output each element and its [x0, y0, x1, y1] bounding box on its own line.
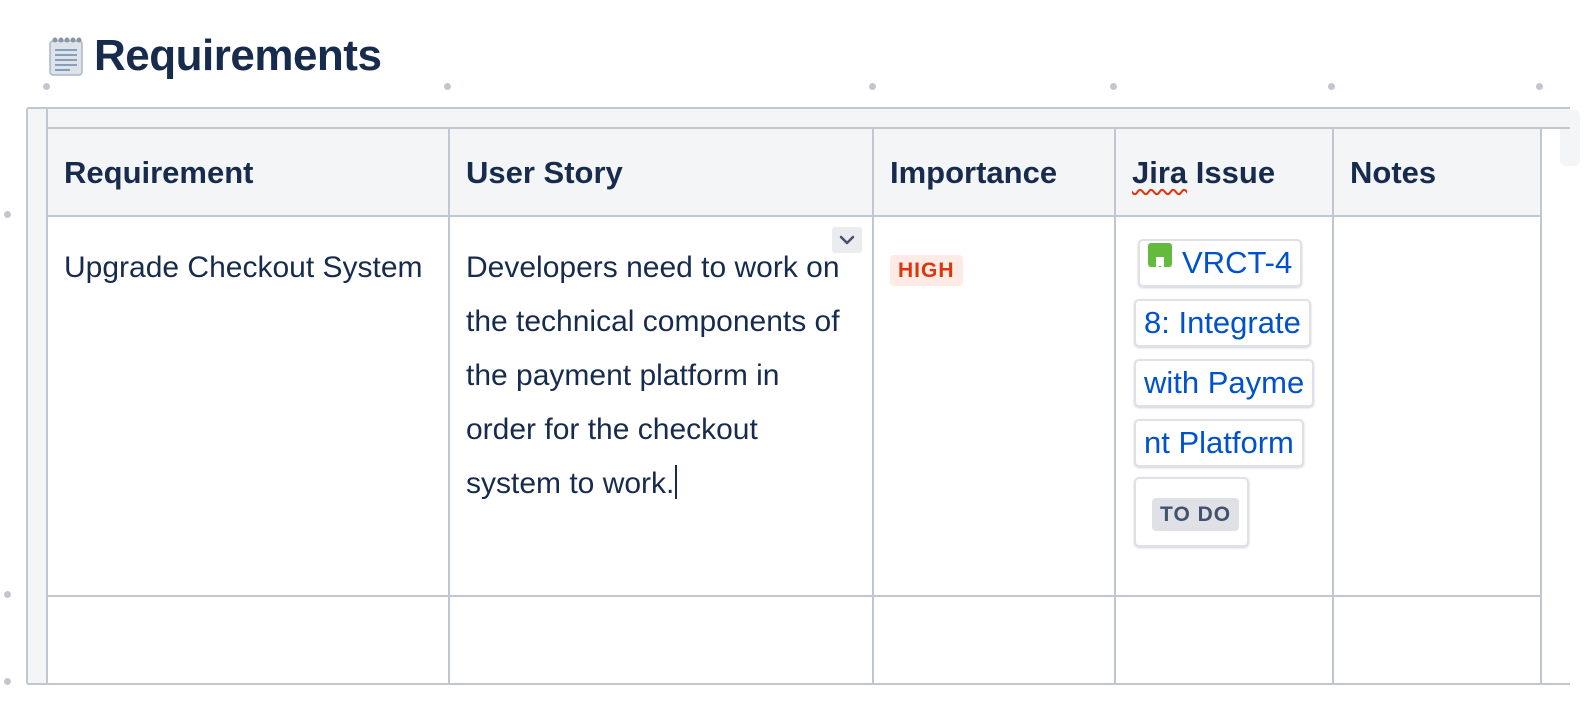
- cell-requirement[interactable]: Upgrade Checkout System: [48, 217, 450, 597]
- cell-notes[interactable]: [1334, 597, 1542, 683]
- cell-importance[interactable]: HIGH: [874, 217, 1116, 597]
- jira-issue-link-line[interactable]: nt Platform: [1134, 419, 1304, 467]
- header-notes[interactable]: Notes: [1334, 129, 1542, 217]
- row-handle-dot[interactable]: [4, 591, 11, 598]
- jira-issue-link-line[interactable]: VRCT-4: [1138, 239, 1303, 287]
- row-handle-dot[interactable]: [4, 678, 11, 685]
- jira-issue-link-line[interactable]: with Payme: [1134, 359, 1315, 407]
- jira-issue-text: VRCT-4: [1182, 245, 1293, 280]
- chevron-down-icon: [839, 235, 855, 245]
- column-handle-dot[interactable]: [1536, 83, 1543, 90]
- user-story-text: Developers need to work on the technical…: [466, 251, 840, 500]
- cell-notes[interactable]: [1334, 217, 1542, 597]
- header-issue-word: Issue: [1195, 154, 1276, 190]
- jira-status-wrap[interactable]: TO DO: [1134, 477, 1250, 547]
- header-user-story[interactable]: User Story: [450, 129, 874, 217]
- column-handle-dot[interactable]: [43, 83, 50, 90]
- page-title: Requirements: [94, 31, 382, 80]
- jira-issue-link-line[interactable]: 8: Integrate: [1134, 299, 1311, 347]
- column-handle-dot[interactable]: [444, 83, 451, 90]
- row-handle-dot[interactable]: [4, 211, 11, 218]
- row-controls-gutter[interactable]: [28, 109, 48, 683]
- column-controls-gutter[interactable]: [48, 109, 1570, 129]
- importance-lozenge: HIGH: [890, 255, 963, 286]
- cell-options-button[interactable]: [832, 227, 862, 253]
- requirement-text: Upgrade Checkout System: [64, 251, 423, 284]
- table-grid: Requirement User Story Importance Jira I…: [48, 129, 1570, 683]
- cell-jira-issue[interactable]: [1116, 597, 1334, 683]
- jira-status-lozenge: TO DO: [1152, 498, 1240, 531]
- cell-jira-issue[interactable]: VRCT-4 8: Integrate with Payme nt Platfo…: [1116, 217, 1334, 597]
- page-heading: Requirements: [48, 26, 382, 86]
- header-importance[interactable]: Importance: [874, 129, 1116, 217]
- notepad-icon: [48, 35, 84, 77]
- column-handle-dot[interactable]: [1328, 83, 1335, 90]
- requirements-table: Requirement User Story Importance Jira I…: [26, 107, 1570, 685]
- header-jira-issue[interactable]: Jira Issue: [1116, 129, 1334, 217]
- jira-issue-card[interactable]: VRCT-4 8: Integrate with Payme nt Platfo…: [1134, 237, 1315, 547]
- text-caret: [675, 465, 678, 499]
- column-handle-dot[interactable]: [869, 83, 876, 90]
- header-requirement[interactable]: Requirement: [48, 129, 450, 217]
- cell-requirement[interactable]: [48, 597, 450, 683]
- story-icon: [1148, 243, 1172, 269]
- cell-importance[interactable]: [874, 597, 1116, 683]
- header-jira-word: Jira: [1132, 154, 1188, 190]
- cell-user-story[interactable]: [450, 597, 874, 683]
- cell-user-story[interactable]: Developers need to work on the technical…: [450, 217, 874, 597]
- column-handle-dot[interactable]: [1110, 83, 1117, 90]
